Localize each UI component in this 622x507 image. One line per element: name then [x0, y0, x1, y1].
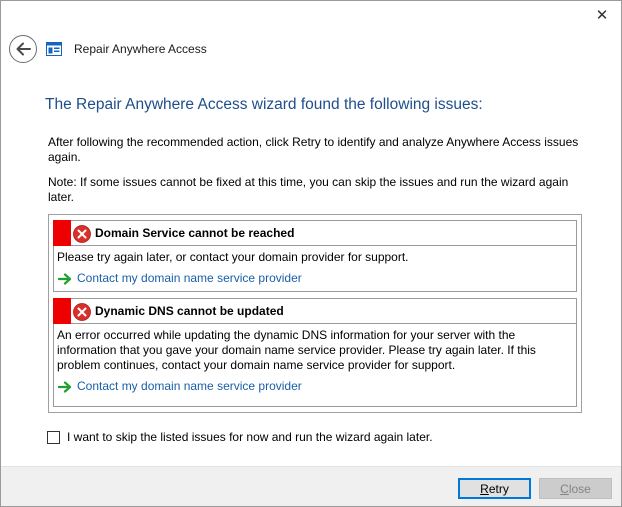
retry-label: etry: [488, 481, 509, 496]
error-severity-bar: [53, 220, 71, 246]
close-label: lose: [568, 481, 591, 496]
issue-body: An error occurred while updating the dyn…: [54, 324, 576, 394]
retry-mnemonic: R: [480, 481, 489, 496]
close-icon[interactable]: ✕: [591, 5, 613, 25]
issue-title: Dynamic DNS cannot be updated: [95, 304, 284, 318]
issue-body: Please try again later, or contact your …: [54, 246, 576, 286]
back-arrow-icon: [16, 42, 31, 56]
issue-description: An error occurred while updating the dyn…: [57, 328, 536, 372]
retry-button[interactable]: Retry: [458, 478, 531, 499]
error-x-icon: [73, 225, 91, 243]
contact-provider-link[interactable]: Contact my domain name service provider: [77, 379, 302, 394]
skip-issues-label[interactable]: I want to skip the listed issues for now…: [67, 430, 433, 444]
wizard-footer: Retry Close: [1, 466, 621, 506]
issue-action-row: Contact my domain name service provider: [57, 271, 576, 286]
error-x-icon: [73, 303, 91, 321]
page-heading: The Repair Anywhere Access wizard found …: [45, 96, 483, 113]
issue-description: Please try again later, or contact your …: [57, 250, 409, 264]
wizard-window: ✕ Repair Anywhere Access The Repair Anyw…: [0, 0, 622, 507]
skip-issues-row: I want to skip the listed issues for now…: [47, 430, 433, 444]
issue-header: Dynamic DNS cannot be updated: [53, 298, 576, 324]
close-button[interactable]: Close: [539, 478, 612, 499]
back-button[interactable]: [9, 35, 37, 63]
issue-item: Dynamic DNS cannot be updated An error o…: [53, 298, 577, 407]
wizard-header: Repair Anywhere Access: [9, 35, 207, 63]
skip-issues-checkbox[interactable]: [47, 430, 60, 444]
issue-title: Domain Service cannot be reached: [95, 226, 295, 240]
green-arrow-icon: [58, 272, 72, 285]
dashboard-app-icon: [46, 42, 62, 56]
issue-item: Domain Service cannot be reached Please …: [53, 220, 577, 292]
window-title: Repair Anywhere Access: [74, 42, 207, 56]
issues-list: Domain Service cannot be reached Please …: [48, 214, 582, 413]
contact-provider-link[interactable]: Contact my domain name service provider: [77, 271, 302, 286]
instructions-paragraph: After following the recommended action, …: [48, 135, 579, 164]
error-severity-bar: [53, 298, 71, 324]
green-arrow-icon: [58, 380, 72, 393]
issue-header: Domain Service cannot be reached: [53, 220, 576, 246]
close-mnemonic: C: [560, 481, 569, 496]
note-paragraph: Note: If some issues cannot be fixed at …: [48, 175, 569, 204]
issue-action-row: Contact my domain name service provider: [57, 379, 576, 394]
